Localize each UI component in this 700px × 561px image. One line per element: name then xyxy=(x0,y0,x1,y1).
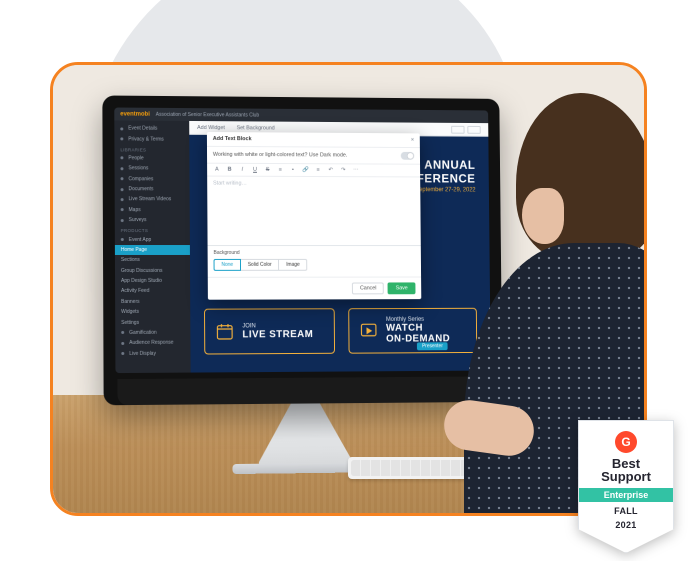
unordered-list-button[interactable]: • xyxy=(289,167,297,173)
sidebar-item-event-app[interactable]: Event App xyxy=(115,234,190,244)
sidebar-item-settings[interactable]: Settings xyxy=(115,317,190,328)
background-segmented: None Solid Color Image xyxy=(214,259,416,271)
sidebar-item-surveys[interactable]: Surveys xyxy=(115,215,190,225)
sidebar-item-widgets[interactable]: Widgets xyxy=(115,307,190,318)
background-section: Background None Solid Color Image xyxy=(208,246,422,277)
sidebar-header-libraries: LIBRARIES xyxy=(114,144,189,153)
monitor: eventmobi Association of Senior Executiv… xyxy=(102,95,502,405)
ordered-list-button[interactable]: ≡ xyxy=(276,167,284,173)
add-text-block-modal: Add Text Block × Working with white or l… xyxy=(207,132,421,300)
play-icon xyxy=(359,321,378,341)
g2-logo-icon: G xyxy=(615,431,637,453)
sidebar-item-app-design-studio[interactable]: App Design Studio xyxy=(115,276,190,286)
monitor-chin xyxy=(117,376,489,405)
sidebar-item-group-discussions[interactable]: Group Discussions xyxy=(115,265,190,275)
cta-watch-mid: WATCH xyxy=(386,323,450,334)
cta-row: JOIN LIVE STREAM Monthly Series WATCH ON… xyxy=(204,308,477,355)
monitor-bezel: eventmobi Association of Senior Executiv… xyxy=(102,95,502,405)
cta-join-big: LIVE STREAM xyxy=(242,329,313,340)
sidebar-item-sessions[interactable]: Sessions xyxy=(115,163,190,174)
link-button[interactable]: 🔗 xyxy=(302,167,310,173)
app-screen: eventmobi Association of Senior Executiv… xyxy=(114,108,490,374)
italic-button[interactable]: I xyxy=(238,167,246,173)
bold-button[interactable]: B xyxy=(226,167,234,173)
close-icon[interactable]: × xyxy=(411,137,414,143)
breadcrumb: Association of Senior Executive Assistan… xyxy=(156,111,259,118)
sidebar-item-live-display[interactable]: Live Display xyxy=(115,348,190,359)
underline-button[interactable]: U xyxy=(251,167,259,173)
sidebar-item-banners[interactable]: Banners xyxy=(115,296,190,307)
g2-title-line1: Best xyxy=(587,457,665,471)
sidebar-item-documents[interactable]: Documents xyxy=(115,184,190,195)
dark-mode-row: Working with white or light-colored text… xyxy=(207,147,420,165)
undo-button[interactable]: ↶ xyxy=(327,167,335,173)
cancel-button[interactable]: Cancel xyxy=(352,282,384,294)
sidebar-item-home-page[interactable]: Home Page xyxy=(115,245,190,255)
more-button[interactable]: ⋯ xyxy=(352,167,360,173)
cta-live-stream[interactable]: JOIN LIVE STREAM xyxy=(204,308,335,354)
sidebar-item-activity-feed[interactable]: Activity Feed xyxy=(115,286,190,297)
sidebar-item-audience-response[interactable]: Audience Response xyxy=(115,338,190,349)
align-button[interactable]: ≡ xyxy=(314,167,322,173)
g2-title-line2: Support xyxy=(587,470,665,484)
save-button[interactable]: Save xyxy=(388,282,416,294)
redo-button[interactable]: ↷ xyxy=(339,167,347,173)
tab-set-background[interactable]: Set Background xyxy=(237,125,275,131)
person-face xyxy=(522,188,564,244)
photo-card: eventmobi Association of Senior Executiv… xyxy=(50,62,647,516)
g2-season: FALL xyxy=(587,506,665,516)
sidebar-item-gamification[interactable]: Gamification xyxy=(115,327,190,338)
seg-none[interactable]: None xyxy=(214,259,241,271)
text-editor[interactable]: Start writing… xyxy=(207,177,421,247)
sidebar-item-maps[interactable]: Maps xyxy=(115,205,190,215)
dark-mode-toggle[interactable] xyxy=(401,152,414,160)
rte-toolbar: A B I U S ≡ • 🔗 ≡ ↶ ↷ ⋯ xyxy=(207,164,420,178)
g2-badge: G Best Support Enterprise FALL 2021 xyxy=(578,420,674,553)
sidebar-item-livestream-videos[interactable]: Live Stream Videos xyxy=(115,194,190,205)
sidebar-item-privacy-terms[interactable]: Privacy & Terms xyxy=(114,134,189,145)
font-size-button[interactable]: A xyxy=(213,167,221,173)
modal-title: Add Text Block xyxy=(213,136,252,142)
background-label: Background xyxy=(213,250,415,256)
modal-footer: Cancel Save xyxy=(208,277,422,300)
brand-logo: eventmobi xyxy=(120,111,150,117)
strike-button[interactable]: S xyxy=(264,167,272,173)
calendar-icon xyxy=(215,322,235,342)
g2-year: 2021 xyxy=(587,520,665,530)
sidebar: Event Details Privacy & Terms LIBRARIES … xyxy=(114,120,190,373)
seg-solid-color[interactable]: Solid Color xyxy=(241,259,280,271)
dark-mode-label: Working with white or light-colored text… xyxy=(213,152,347,159)
sidebar-item-companies[interactable]: Companies xyxy=(115,174,190,185)
modal-header: Add Text Block × xyxy=(207,132,420,148)
sidebar-header-products: PRODUCTS xyxy=(115,225,190,234)
sidebar-item-event-details[interactable]: Event Details xyxy=(114,123,189,134)
sidebar-item-sections[interactable]: Sections xyxy=(115,255,190,265)
tab-add-widget[interactable]: Add Widget xyxy=(197,124,225,130)
seg-image[interactable]: Image xyxy=(279,259,307,271)
g2-tier-band: Enterprise xyxy=(579,488,673,502)
sidebar-item-people[interactable]: People xyxy=(114,153,189,164)
